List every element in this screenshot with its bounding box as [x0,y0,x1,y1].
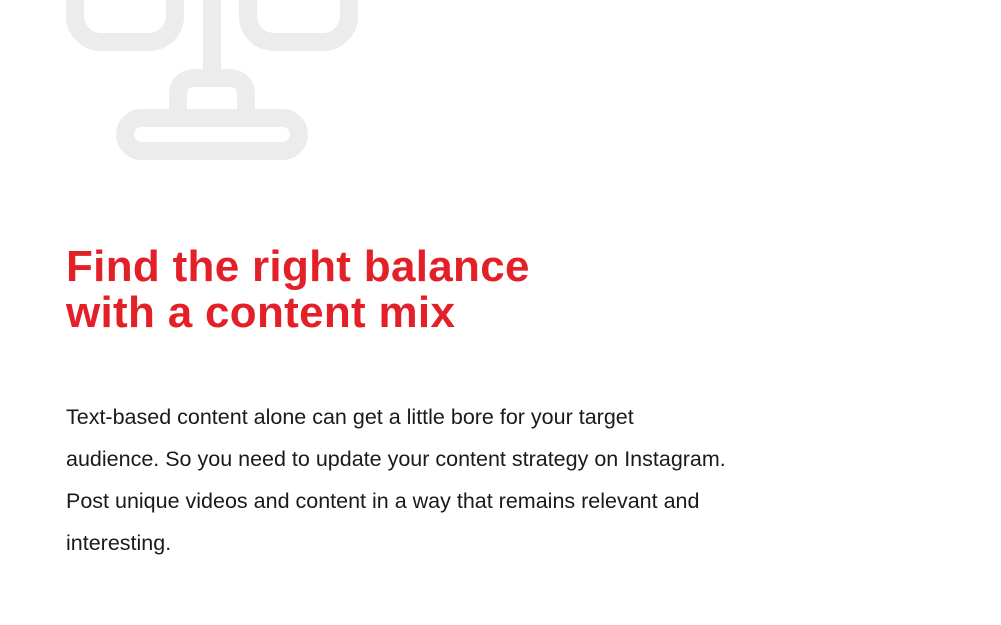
right-pan-shape [239,0,358,51]
body-line-3: Post unique videos and content in a way … [66,489,700,513]
heading-line-1: Find the right balance [66,242,530,291]
base-shape [116,109,308,160]
page-heading: Find the right balance with a content mi… [66,244,530,336]
body-paragraph: Text-based content alone can get a littl… [66,396,946,564]
body-line-2: audience. So you need to update your con… [66,447,726,471]
left-pan-shape [66,0,184,51]
heading-line-2: with a content mix [66,288,456,337]
body-line-4: interesting. [66,531,172,555]
body-line-1: Text-based content alone can get a littl… [66,405,634,429]
balance-scale-icon [66,0,358,160]
